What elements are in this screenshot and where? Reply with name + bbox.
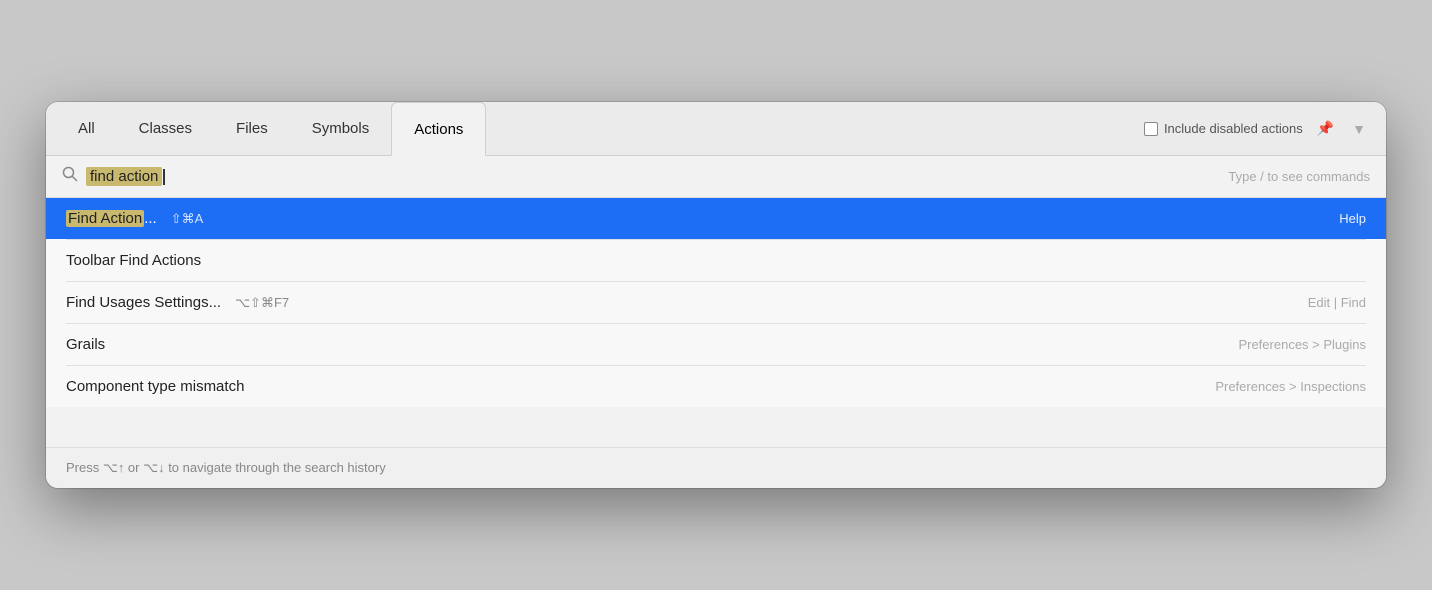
tab-classes[interactable]: Classes [117,102,214,156]
result-item-component-type-mismatch[interactable]: Component type mismatch Preferences > In… [46,366,1386,407]
search-bar: find action Type / to see commands [46,156,1386,198]
tab-symbols[interactable]: Symbols [290,102,392,156]
tab-spacer [486,102,1144,155]
tab-all[interactable]: All [56,102,117,156]
include-disabled-checkbox[interactable] [1144,122,1158,136]
search-input-value: find action [86,167,162,186]
results-list: Find Action... ⇧⌘A Help Toolbar Find Act… [46,198,1386,407]
result-item-find-usages-settings[interactable]: Find Usages Settings... ⌥⇧⌘F7 Edit | Fin… [46,282,1386,323]
result-item-find-action[interactable]: Find Action... ⇧⌘A Help [46,198,1386,239]
cursor [163,169,165,185]
footer: Press ⌥↑ or ⌥↓ to navigate through the s… [46,447,1386,488]
search-hint: Type / to see commands [1228,169,1370,184]
tab-options: Include disabled actions 📌 ▼ [1144,102,1386,155]
filter-icon[interactable]: ▼ [1348,117,1370,141]
search-input-area[interactable]: find action [86,167,1220,186]
pin-icon[interactable]: 📌 [1313,116,1338,141]
search-icon [62,166,78,187]
tab-files[interactable]: Files [214,102,290,156]
result-item-toolbar-find-actions[interactable]: Toolbar Find Actions [46,240,1386,281]
tab-actions[interactable]: Actions [391,102,486,156]
result-item-grails[interactable]: Grails Preferences > Plugins [46,324,1386,365]
tab-bar: All Classes Files Symbols Actions Includ… [46,102,1386,156]
include-disabled-label[interactable]: Include disabled actions [1144,121,1303,136]
find-action-dialog: All Classes Files Symbols Actions Includ… [46,102,1386,488]
